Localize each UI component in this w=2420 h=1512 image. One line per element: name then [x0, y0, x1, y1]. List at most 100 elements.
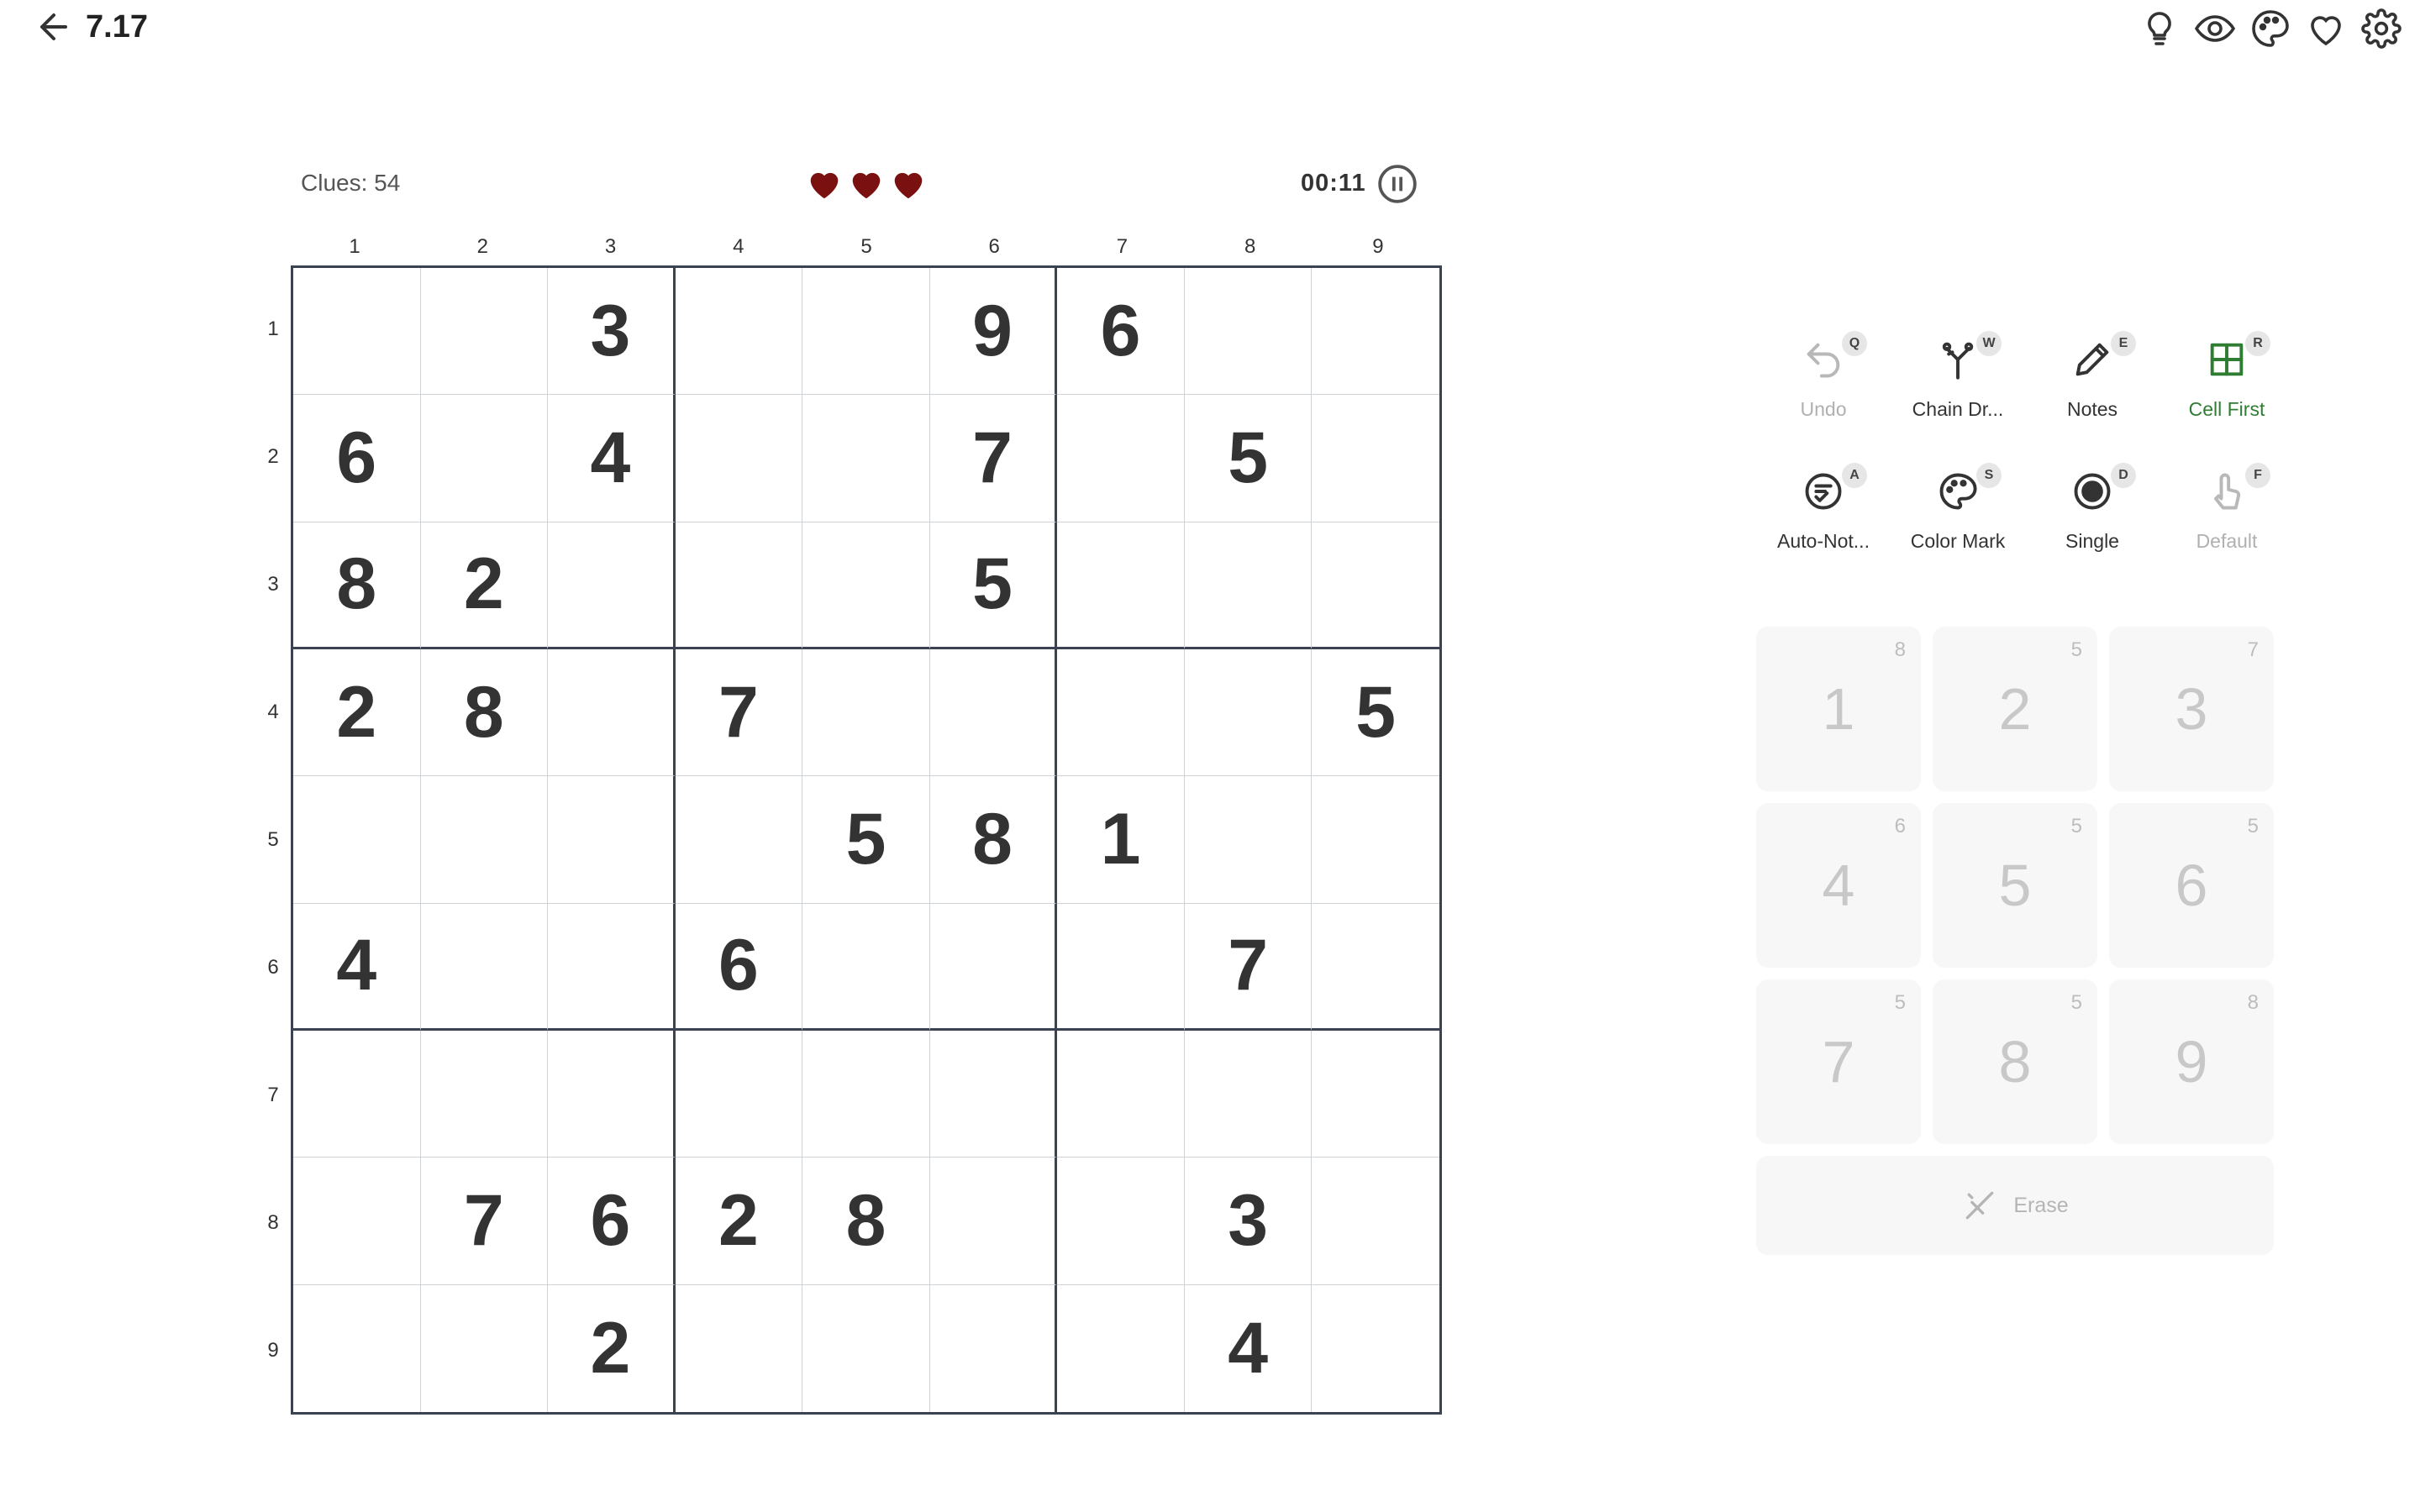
sudoku-cell[interactable]	[675, 1030, 803, 1158]
sudoku-cell[interactable]	[1312, 776, 1439, 904]
sudoku-cell[interactable]	[929, 1030, 1058, 1158]
sudoku-cell[interactable]	[420, 903, 549, 1031]
sudoku-cell[interactable]	[420, 268, 549, 396]
sudoku-cell[interactable]	[930, 1284, 1058, 1412]
number-button-7[interactable]: 75	[1756, 979, 1921, 1144]
sudoku-cell[interactable]: 2	[420, 522, 549, 649]
hint-button[interactable]	[2138, 7, 2181, 50]
sudoku-cell[interactable]: 9	[929, 268, 1058, 396]
theme-button[interactable]	[2249, 7, 2292, 50]
sudoku-cell[interactable]: 6	[548, 1158, 676, 1285]
sudoku-cell[interactable]	[802, 648, 930, 777]
sudoku-cell[interactable]	[293, 1030, 421, 1158]
sudoku-cell[interactable]	[675, 395, 803, 522]
number-button-2[interactable]: 25	[1933, 627, 2097, 791]
sudoku-cell[interactable]: 7	[1184, 903, 1313, 1031]
sudoku-cell[interactable]	[1057, 395, 1185, 522]
number-button-4[interactable]: 46	[1756, 803, 1921, 968]
sudoku-cell[interactable]: 2	[293, 648, 421, 777]
sudoku-cell[interactable]	[1184, 522, 1313, 649]
number-button-3[interactable]: 37	[2109, 627, 2274, 791]
sudoku-cell[interactable]	[1312, 1158, 1439, 1285]
erase-button[interactable]: Erase	[1756, 1156, 2274, 1255]
sudoku-cell[interactable]	[1057, 1284, 1185, 1412]
tool-chain-dr[interactable]: W Chain Dr...	[1891, 331, 2025, 421]
sudoku-cell[interactable]	[293, 268, 421, 396]
sudoku-cell[interactable]	[293, 776, 421, 904]
tool-single[interactable]: D Single	[2025, 463, 2160, 553]
sudoku-cell[interactable]	[1057, 648, 1185, 777]
sudoku-cell[interactable]: 3	[1184, 1158, 1313, 1285]
sudoku-cell[interactable]	[802, 395, 930, 522]
tool-cell-first[interactable]: R Cell First	[2160, 331, 2294, 421]
sudoku-cell[interactable]	[802, 268, 930, 396]
sudoku-cell[interactable]: 8	[929, 776, 1058, 904]
sudoku-cell[interactable]: 1	[1057, 776, 1185, 904]
sudoku-cell[interactable]	[548, 903, 676, 1031]
sudoku-cell[interactable]: 5	[802, 776, 930, 904]
sudoku-cell[interactable]: 5	[1312, 649, 1439, 777]
sudoku-cell[interactable]	[421, 1284, 549, 1412]
number-button-9[interactable]: 98	[2109, 979, 2274, 1144]
sudoku-cell[interactable]: 8	[802, 1158, 930, 1285]
sudoku-cell[interactable]	[548, 776, 676, 904]
sudoku-cell[interactable]: 8	[293, 522, 421, 649]
pause-button[interactable]	[1376, 163, 1418, 205]
sudoku-cell[interactable]: 4	[548, 395, 676, 522]
sudoku-cell[interactable]	[1312, 395, 1439, 522]
sudoku-cell[interactable]	[929, 648, 1058, 777]
tool-default[interactable]: F Default	[2160, 463, 2294, 553]
sudoku-cell[interactable]	[1312, 522, 1439, 649]
sudoku-cell[interactable]	[420, 395, 549, 522]
sudoku-cell[interactable]	[1057, 1030, 1185, 1158]
sudoku-cell[interactable]	[1057, 903, 1185, 1031]
sudoku-cell[interactable]: 2	[548, 1284, 676, 1412]
sudoku-cell[interactable]	[548, 522, 676, 649]
sudoku-cell[interactable]: 2	[675, 1158, 803, 1285]
sudoku-cell[interactable]	[929, 903, 1058, 1031]
sudoku-cell[interactable]	[929, 1158, 1058, 1285]
sudoku-cell[interactable]	[1184, 648, 1313, 777]
sudoku-cell[interactable]: 6	[675, 903, 803, 1031]
tool-undo[interactable]: Q Undo	[1756, 331, 1891, 421]
sudoku-cell[interactable]	[1312, 1031, 1439, 1158]
sudoku-cell[interactable]: 6	[293, 395, 421, 522]
sudoku-cell[interactable]	[1057, 1158, 1185, 1285]
sudoku-cell[interactable]	[1057, 522, 1185, 649]
sudoku-cell[interactable]	[293, 1158, 421, 1285]
sudoku-cell[interactable]	[293, 1284, 421, 1412]
tool-notes[interactable]: E Notes	[2025, 331, 2160, 421]
sudoku-cell[interactable]	[802, 1030, 930, 1158]
favorite-button[interactable]	[2304, 7, 2348, 50]
number-button-1[interactable]: 18	[1756, 627, 1921, 791]
sudoku-cell[interactable]	[675, 268, 803, 396]
settings-button[interactable]	[2360, 7, 2403, 50]
sudoku-cell[interactable]	[802, 522, 930, 649]
sudoku-cell[interactable]	[1184, 268, 1313, 396]
tool-auto-not[interactable]: A Auto-Not...	[1756, 463, 1891, 553]
sudoku-cell[interactable]	[420, 776, 549, 904]
sudoku-cell[interactable]	[675, 522, 803, 649]
sudoku-cell[interactable]: 6	[1057, 268, 1185, 396]
sudoku-cell[interactable]	[1312, 904, 1439, 1031]
sudoku-cell[interactable]: 7	[929, 395, 1058, 522]
sudoku-cell[interactable]: 8	[420, 648, 549, 777]
sudoku-cell[interactable]	[548, 1030, 676, 1158]
sudoku-cell[interactable]: 4	[1185, 1284, 1313, 1412]
sudoku-cell[interactable]	[548, 648, 676, 777]
sudoku-cell[interactable]: 5	[929, 522, 1058, 649]
tool-color-mark[interactable]: S Color Mark	[1891, 463, 2025, 553]
number-button-6[interactable]: 65	[2109, 803, 2274, 968]
number-button-8[interactable]: 85	[1933, 979, 2097, 1144]
sudoku-cell[interactable]: 4	[293, 903, 421, 1031]
sudoku-cell[interactable]	[676, 1284, 803, 1412]
sudoku-cell[interactable]	[420, 1030, 549, 1158]
sudoku-cell[interactable]: 7	[420, 1158, 549, 1285]
sudoku-cell[interactable]: 5	[1184, 395, 1313, 522]
number-button-5[interactable]: 55	[1933, 803, 2097, 968]
back-button[interactable]: 7.17	[34, 7, 148, 47]
sudoku-cell[interactable]	[1184, 1030, 1313, 1158]
sudoku-cell[interactable]	[1184, 776, 1313, 904]
sudoku-cell[interactable]: 7	[675, 648, 803, 777]
view-button[interactable]	[2193, 7, 2237, 50]
